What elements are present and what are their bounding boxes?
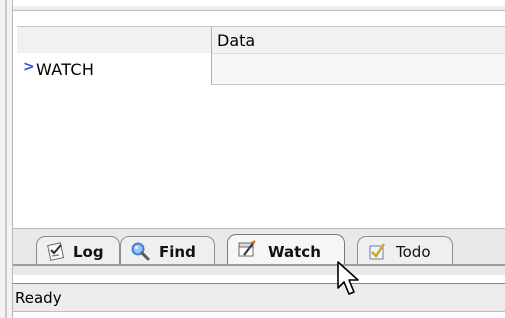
tab-todo[interactable]: Todo — [357, 236, 453, 264]
left-dock-edge — [0, 0, 13, 318]
watch-notepad-icon — [238, 239, 256, 257]
magnifier-icon — [131, 242, 150, 261]
column-header-data[interactable]: Data — [212, 27, 505, 53]
row-marker-arrow-icon: > — [23, 59, 35, 75]
tab-baseline — [13, 264, 505, 266]
tab-log-label: Log — [73, 243, 104, 261]
status-bar: Ready — [13, 283, 505, 312]
column-header-data-label: Data — [217, 31, 256, 50]
tab-log[interactable]: Log — [36, 236, 120, 264]
top-splitter[interactable] — [13, 0, 505, 11]
tab-watch[interactable]: Watch — [227, 234, 345, 266]
mouse-pointer-icon — [337, 261, 359, 295]
watch-data-cell[interactable] — [212, 53, 505, 85]
status-text: Ready — [15, 289, 62, 307]
tab-todo-label: Todo — [396, 243, 431, 261]
watch-name: WATCH — [36, 60, 95, 79]
todo-check-icon — [369, 243, 385, 260]
log-checklist-icon — [47, 242, 65, 261]
watch-name-cell[interactable]: > WATCH — [17, 53, 212, 85]
column-header-name[interactable] — [17, 27, 212, 53]
splitter-bar — [13, 6, 505, 10]
bottom-tabbar: Log Find Watch Todo — [13, 228, 505, 275]
dock-groove — [5, 0, 7, 318]
table-row[interactable]: > WATCH — [17, 53, 505, 85]
watch-table-header: Data — [17, 26, 505, 54]
tab-watch-label: Watch — [268, 243, 321, 261]
tab-find[interactable]: Find — [120, 236, 215, 264]
tab-find-label: Find — [159, 243, 196, 261]
